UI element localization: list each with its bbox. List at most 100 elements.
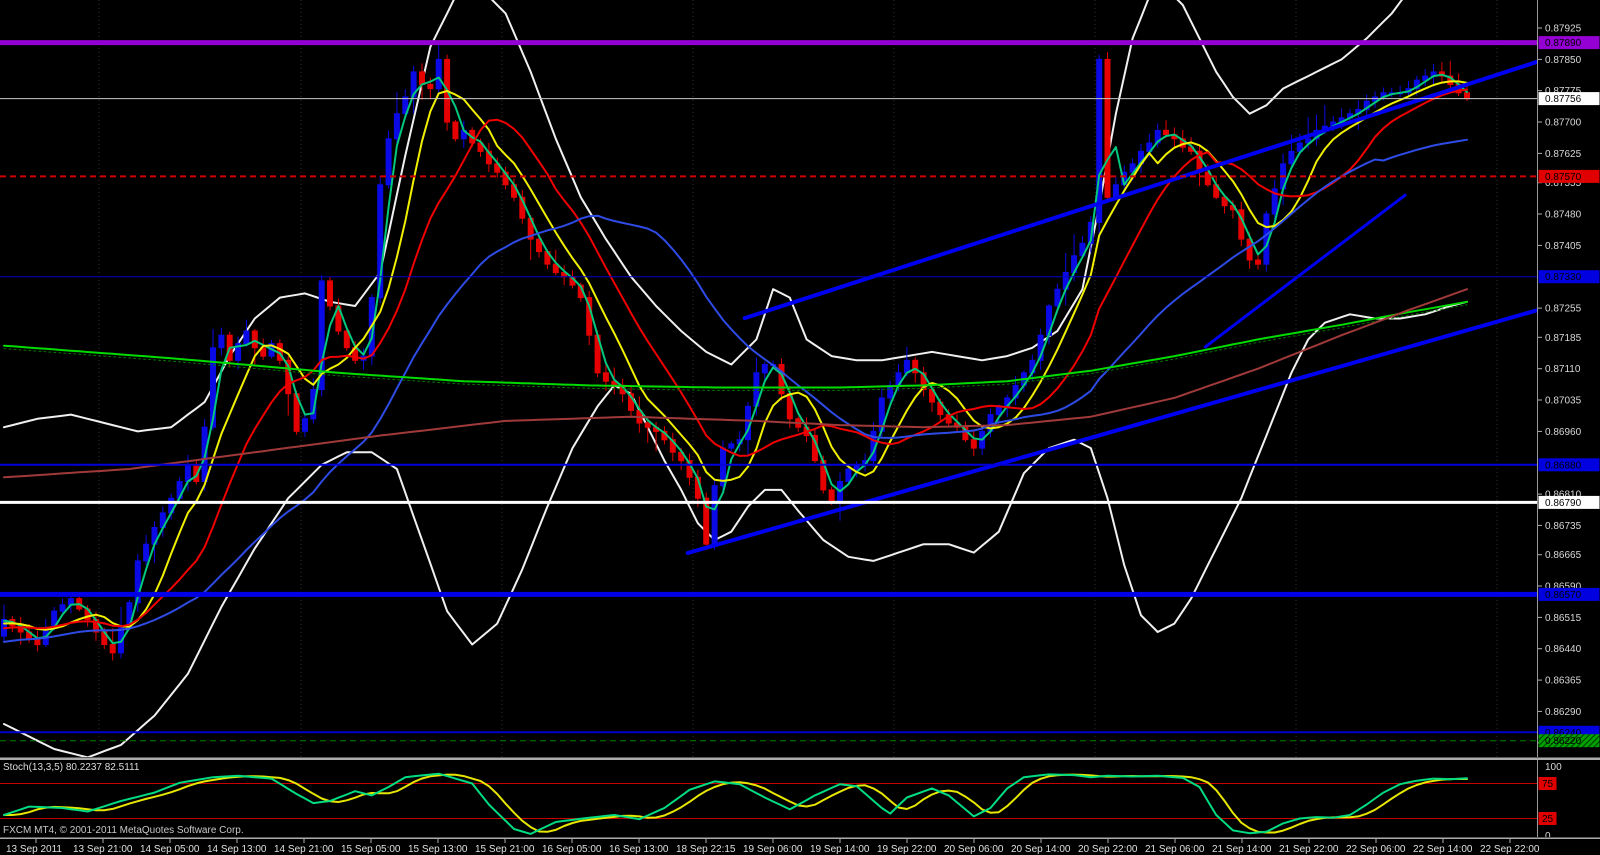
candle-bull — [979, 428, 986, 455]
candle-bear — [1171, 127, 1178, 148]
price-tick-label: 0.86365 — [1545, 676, 1582, 687]
ma-blue — [3, 138, 1468, 643]
period-separators — [98, 0, 1498, 757]
price-badge-label: 0.86880 — [1545, 460, 1582, 471]
price-badge-label: 0.87330 — [1545, 272, 1582, 283]
price-tick-label: 0.87480 — [1545, 210, 1582, 221]
candle-bull — [1405, 81, 1412, 96]
stochastic-axis[interactable]: 100 0 75 25 — [1537, 760, 1600, 837]
time-tick-label: 22 Sep 14:00 — [1413, 844, 1473, 855]
candle-bear — [586, 291, 593, 345]
candle-bull — [728, 441, 735, 452]
stoch-level-badge-label: 25 — [1542, 814, 1554, 825]
candle-bear — [686, 453, 693, 486]
price-tick-label: 0.86515 — [1545, 613, 1582, 624]
time-tick-label: 20 Sep 14:00 — [1011, 844, 1071, 855]
stoch-level-badge: 25 — [1538, 812, 1557, 825]
time-tick-label: 21 Sep 14:00 — [1212, 844, 1272, 855]
candle-bear — [920, 366, 927, 397]
candle-bear — [1255, 253, 1261, 270]
time-tick-label: 15 Sep 05:00 — [341, 844, 401, 855]
price-tick-label: 0.87850 — [1545, 55, 1582, 66]
time-tick-label: 20 Sep 06:00 — [944, 844, 1004, 855]
price-tick-label: 0.86665 — [1545, 550, 1582, 561]
price-badge-label: 0.87756 — [1545, 94, 1582, 105]
time-tick-label: 19 Sep 22:00 — [877, 844, 937, 855]
candle-bull — [711, 478, 718, 550]
time-tick-label: 21 Sep 22:00 — [1279, 844, 1339, 855]
time-tick-label: 21 Sep 06:00 — [1145, 844, 1205, 855]
bollinger-bands — [3, 0, 1468, 757]
price-tick-label: 0.87405 — [1545, 241, 1582, 252]
time-tick-label: 16 Sep 05:00 — [542, 844, 602, 855]
candle-bull — [1096, 54, 1103, 242]
time-tick-label: 14 Sep 13:00 — [207, 844, 267, 855]
price-badge-label: 0.87570 — [1545, 172, 1582, 183]
price-tick-label: 0.87625 — [1545, 149, 1582, 160]
time-tick-label: 16 Sep 13:00 — [609, 844, 669, 855]
stoch-scale-0: 0 — [1545, 831, 1551, 837]
time-tick-label: 14 Sep 21:00 — [274, 844, 334, 855]
candle-bear — [1438, 62, 1445, 82]
price-tick-label: 0.87185 — [1545, 333, 1582, 344]
ma-brown — [3, 288, 1468, 479]
price-badge-label: 0.86220 — [1545, 736, 1582, 747]
candle-bull — [870, 422, 877, 467]
stoch-level-badge-label: 75 — [1542, 779, 1554, 790]
price-badge-label: 0.86790 — [1545, 498, 1582, 509]
candle-bull — [218, 327, 225, 356]
trend-line-3[interactable] — [1203, 193, 1407, 349]
time-tick-label: 19 Sep 14:00 — [810, 844, 870, 855]
candle-bear — [1196, 144, 1203, 187]
copyright-text: FXCM MT4, © 2001-2011 MetaQuotes Softwar… — [3, 825, 244, 836]
price-tick-label: 0.86440 — [1545, 644, 1582, 655]
candle-bear — [636, 396, 643, 433]
candle-bull — [837, 472, 843, 521]
time-tick-label: 13 Sep 21:00 — [73, 844, 133, 855]
price-tick-label: 0.87255 — [1545, 304, 1582, 315]
time-tick-label: 18 Sep 22:15 — [676, 844, 736, 855]
candles — [1, 43, 1470, 661]
candle-bull — [1313, 114, 1320, 146]
price-badge: 0.87330 — [1538, 270, 1600, 283]
candle-bull — [1388, 87, 1395, 98]
stoch-scale-100: 100 — [1545, 762, 1562, 773]
price-badge: 0.86790 — [1538, 495, 1600, 509]
time-tick-label: 22 Sep 22:00 — [1480, 844, 1540, 855]
candle-bear — [327, 277, 333, 311]
candle-bear — [109, 628, 116, 661]
candle-bear — [485, 143, 492, 173]
time-tick-label: 15 Sep 21:00 — [475, 844, 535, 855]
candle-bull — [302, 413, 308, 437]
price-tick-label: 0.87110 — [1545, 364, 1581, 375]
candle-bear — [628, 385, 634, 417]
candle-bull — [435, 43, 442, 94]
candle-bull — [1372, 91, 1378, 108]
price-badge: 0.87890 — [1538, 36, 1600, 49]
price-axis[interactable]: 0.879250.878500.877750.877000.876250.875… — [1537, 0, 1600, 757]
price-tick-label: 0.86960 — [1545, 427, 1582, 438]
time-tick-label: 13 Sep 2011 — [6, 844, 62, 855]
candle-bear — [970, 430, 977, 457]
candle-bear — [619, 378, 626, 403]
candle-bull — [143, 534, 150, 566]
price-badge-label: 0.87890 — [1545, 38, 1582, 49]
time-axis[interactable]: 13 Sep 2011 13 Sep 21:00 14 Sep 05:00 14 Se… — [0, 839, 1600, 855]
price-chart-pane[interactable] — [0, 0, 1537, 757]
candle-bear — [669, 432, 676, 462]
price-badge: 0.86880 — [1538, 458, 1600, 471]
price-badge: 0.87756 — [1538, 92, 1600, 105]
price-tick-label: 0.87925 — [1545, 24, 1582, 35]
price-tick-label: 0.86290 — [1545, 707, 1582, 718]
stochastic-indicator-label: Stoch(13,3,5) 80.2237 82.5111 — [3, 762, 140, 773]
price-tick-label: 0.87035 — [1545, 396, 1582, 407]
ma-yellow — [3, 80, 1468, 631]
time-tick-label: 20 Sep 22:00 — [1078, 844, 1138, 855]
candle-bull — [243, 319, 250, 347]
price-badge: 0.87570 — [1538, 169, 1600, 183]
mt4-chart-window: 0.87925 0.87850 0.87775 0.87700 0.87625 0.875… — [0, 0, 1600, 855]
price-tick-label: 0.87700 — [1545, 118, 1582, 129]
candle-bear — [34, 630, 41, 652]
price-tick-label: 0.86735 — [1545, 521, 1582, 532]
candle-bear — [1104, 52, 1111, 202]
